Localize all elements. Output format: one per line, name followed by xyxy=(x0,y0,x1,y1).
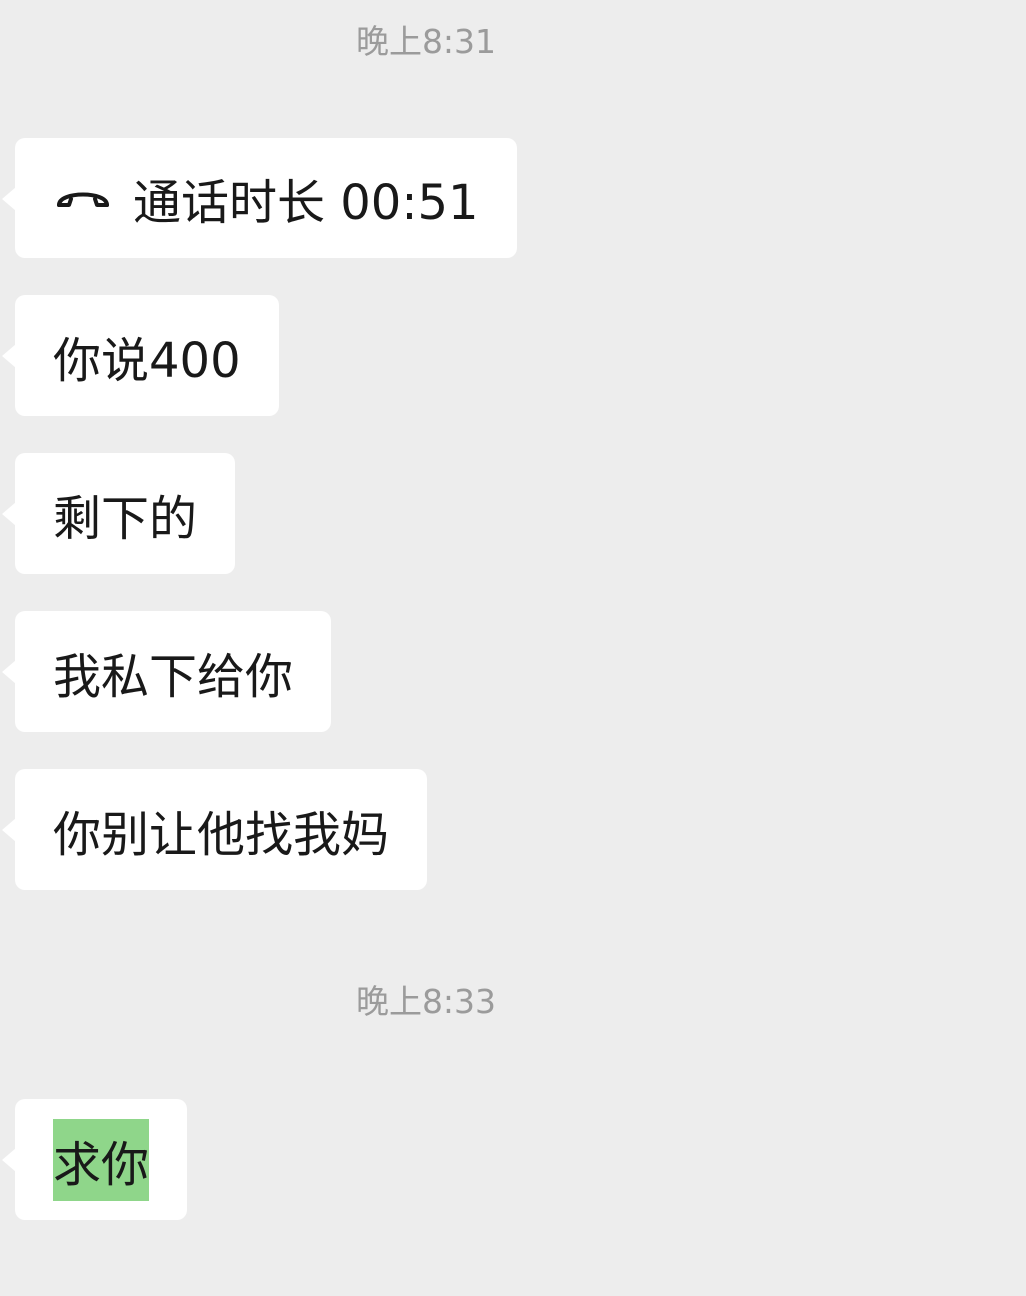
timestamp: 晚上8:33 xyxy=(355,982,497,1021)
message-bubble[interactable]: 求你 xyxy=(1,1099,188,1220)
message-bubble[interactable]: 你别让他找我妈 xyxy=(1,769,428,890)
message-text: 剩下的 xyxy=(53,490,198,547)
call-duration-text: 通话时长 00:51 xyxy=(133,175,479,231)
phone-hangup-icon xyxy=(53,178,113,218)
message-bubble[interactable]: 你说400 xyxy=(2,295,279,416)
message-bubble[interactable]: 剩下的 xyxy=(1,453,236,574)
message-text: 你别让他找我妈 xyxy=(53,806,390,863)
call-record-bubble[interactable]: 通话时长 00:51 xyxy=(2,138,517,258)
timestamp: 晚上8:31 xyxy=(355,22,497,61)
chat-window: 晚上8:31 通话时长 00:51 你说400 剩下的 我私下给你 你别让他找我… xyxy=(0,0,1026,1296)
highlighted-message-text: 求你 xyxy=(53,1118,150,1201)
message-bubble[interactable]: 我私下给你 xyxy=(1,611,332,732)
message-text: 我私下给你 xyxy=(53,648,294,705)
message-text: 你说400 xyxy=(53,332,241,389)
